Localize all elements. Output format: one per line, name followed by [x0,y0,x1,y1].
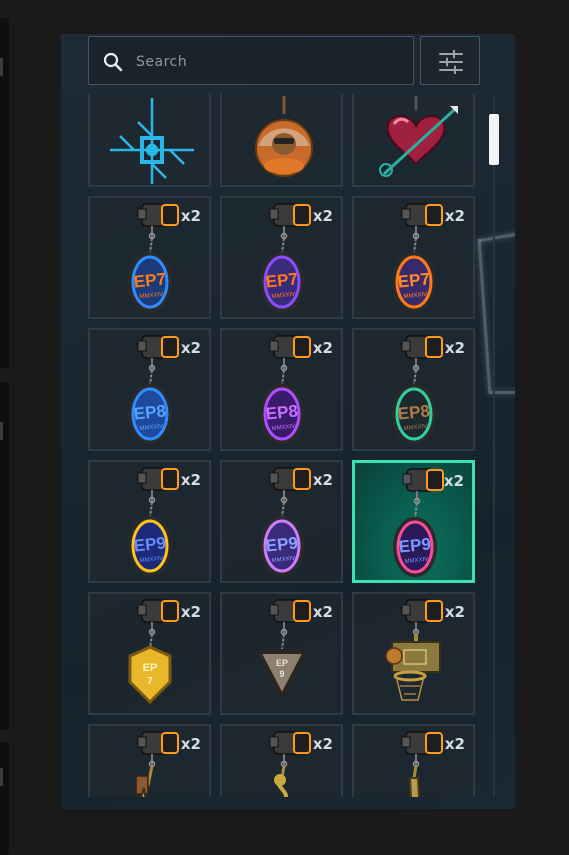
item-count: x2 [312,471,333,489]
inventory-item[interactable]: EP9 MMXXIV x2 [220,460,343,583]
svg-text:EP8: EP8 [133,401,167,423]
inventory-item[interactable]: EP7 MMXXIV x2 [88,196,211,319]
svg-text:9: 9 [279,669,284,679]
inventory-item[interactable] [220,94,343,187]
svg-text:EP9: EP9 [265,533,299,555]
item-count: x2 [443,472,464,490]
scrollbar-track[interactable] [493,97,495,797]
item-count: x2 [444,735,465,753]
svg-text:7: 7 [147,676,153,687]
item-count: x2 [180,207,201,225]
filter-button[interactable] [420,36,480,85]
svg-text:EP7: EP7 [133,269,167,291]
svg-text:EP8: EP8 [397,401,431,423]
item-count: x2 [444,207,465,225]
search-input[interactable] [134,50,398,74]
inventory-item[interactable]: x2 [88,724,211,797]
inventory-item[interactable]: EP 7 x2 [88,592,211,715]
inventory-item[interactable]: EP9 MMXXIV x2 [352,460,475,583]
inventory-item[interactable]: EP7 MMXXIV x2 [220,196,343,319]
sliders-icon [439,50,463,74]
inventory-item[interactable]: EP8 MMXXIV x2 [352,328,475,451]
svg-text:EP7: EP7 [397,269,431,291]
inventory-item[interactable]: EP7 MMXXIV x2 [352,196,475,319]
item-count: x2 [444,603,465,621]
item-count: x2 [444,339,465,357]
inventory-panel: EP7MMXXIVx2EP7MMXXIVx2EP7MMXXIVx2EP8MMXX… [61,34,515,809]
item-count: x2 [180,603,201,621]
item-count: x2 [312,735,333,753]
svg-text:EP7: EP7 [265,269,299,291]
cross-charm-icon [110,98,194,184]
item-grid: EP7 MMXXIV x2 EP7 MMXXIV x2 EP7 MMXXIV x2 EP8 MMXX… [88,94,480,797]
item-count: x2 [312,339,333,357]
inventory-item[interactable] [352,94,475,187]
inventory-item[interactable]: EP9 MMXXIV x2 [88,460,211,583]
item-count: x2 [312,603,333,621]
inventory-item[interactable]: x2 [220,724,343,797]
inventory-item[interactable] [88,94,211,187]
svg-text:EP9: EP9 [398,534,432,556]
inventory-item[interactable]: EP8 MMXXIV x2 [88,328,211,451]
item-count: x2 [312,207,333,225]
item-count: x2 [180,735,201,753]
inventory-item[interactable]: EP8 MMXXIV x2 [220,328,343,451]
search-field[interactable] [88,36,414,85]
scrollbar-thumb[interactable] [489,114,499,165]
item-count: x2 [180,471,201,489]
inventory-item[interactable]: x2 [352,592,475,715]
svg-text:EP9: EP9 [133,533,167,555]
item-count: x2 [180,339,201,357]
heart-charm-icon [379,96,458,177]
inventory-item[interactable]: x2 [352,724,475,797]
svg-text:EP: EP [276,658,288,668]
svg-text:EP8: EP8 [265,401,299,423]
inventory-item[interactable]: EP 9 x2 [220,592,343,715]
orb-charm-icon [255,96,313,177]
search-icon [103,52,123,72]
svg-text:EP: EP [143,662,158,674]
